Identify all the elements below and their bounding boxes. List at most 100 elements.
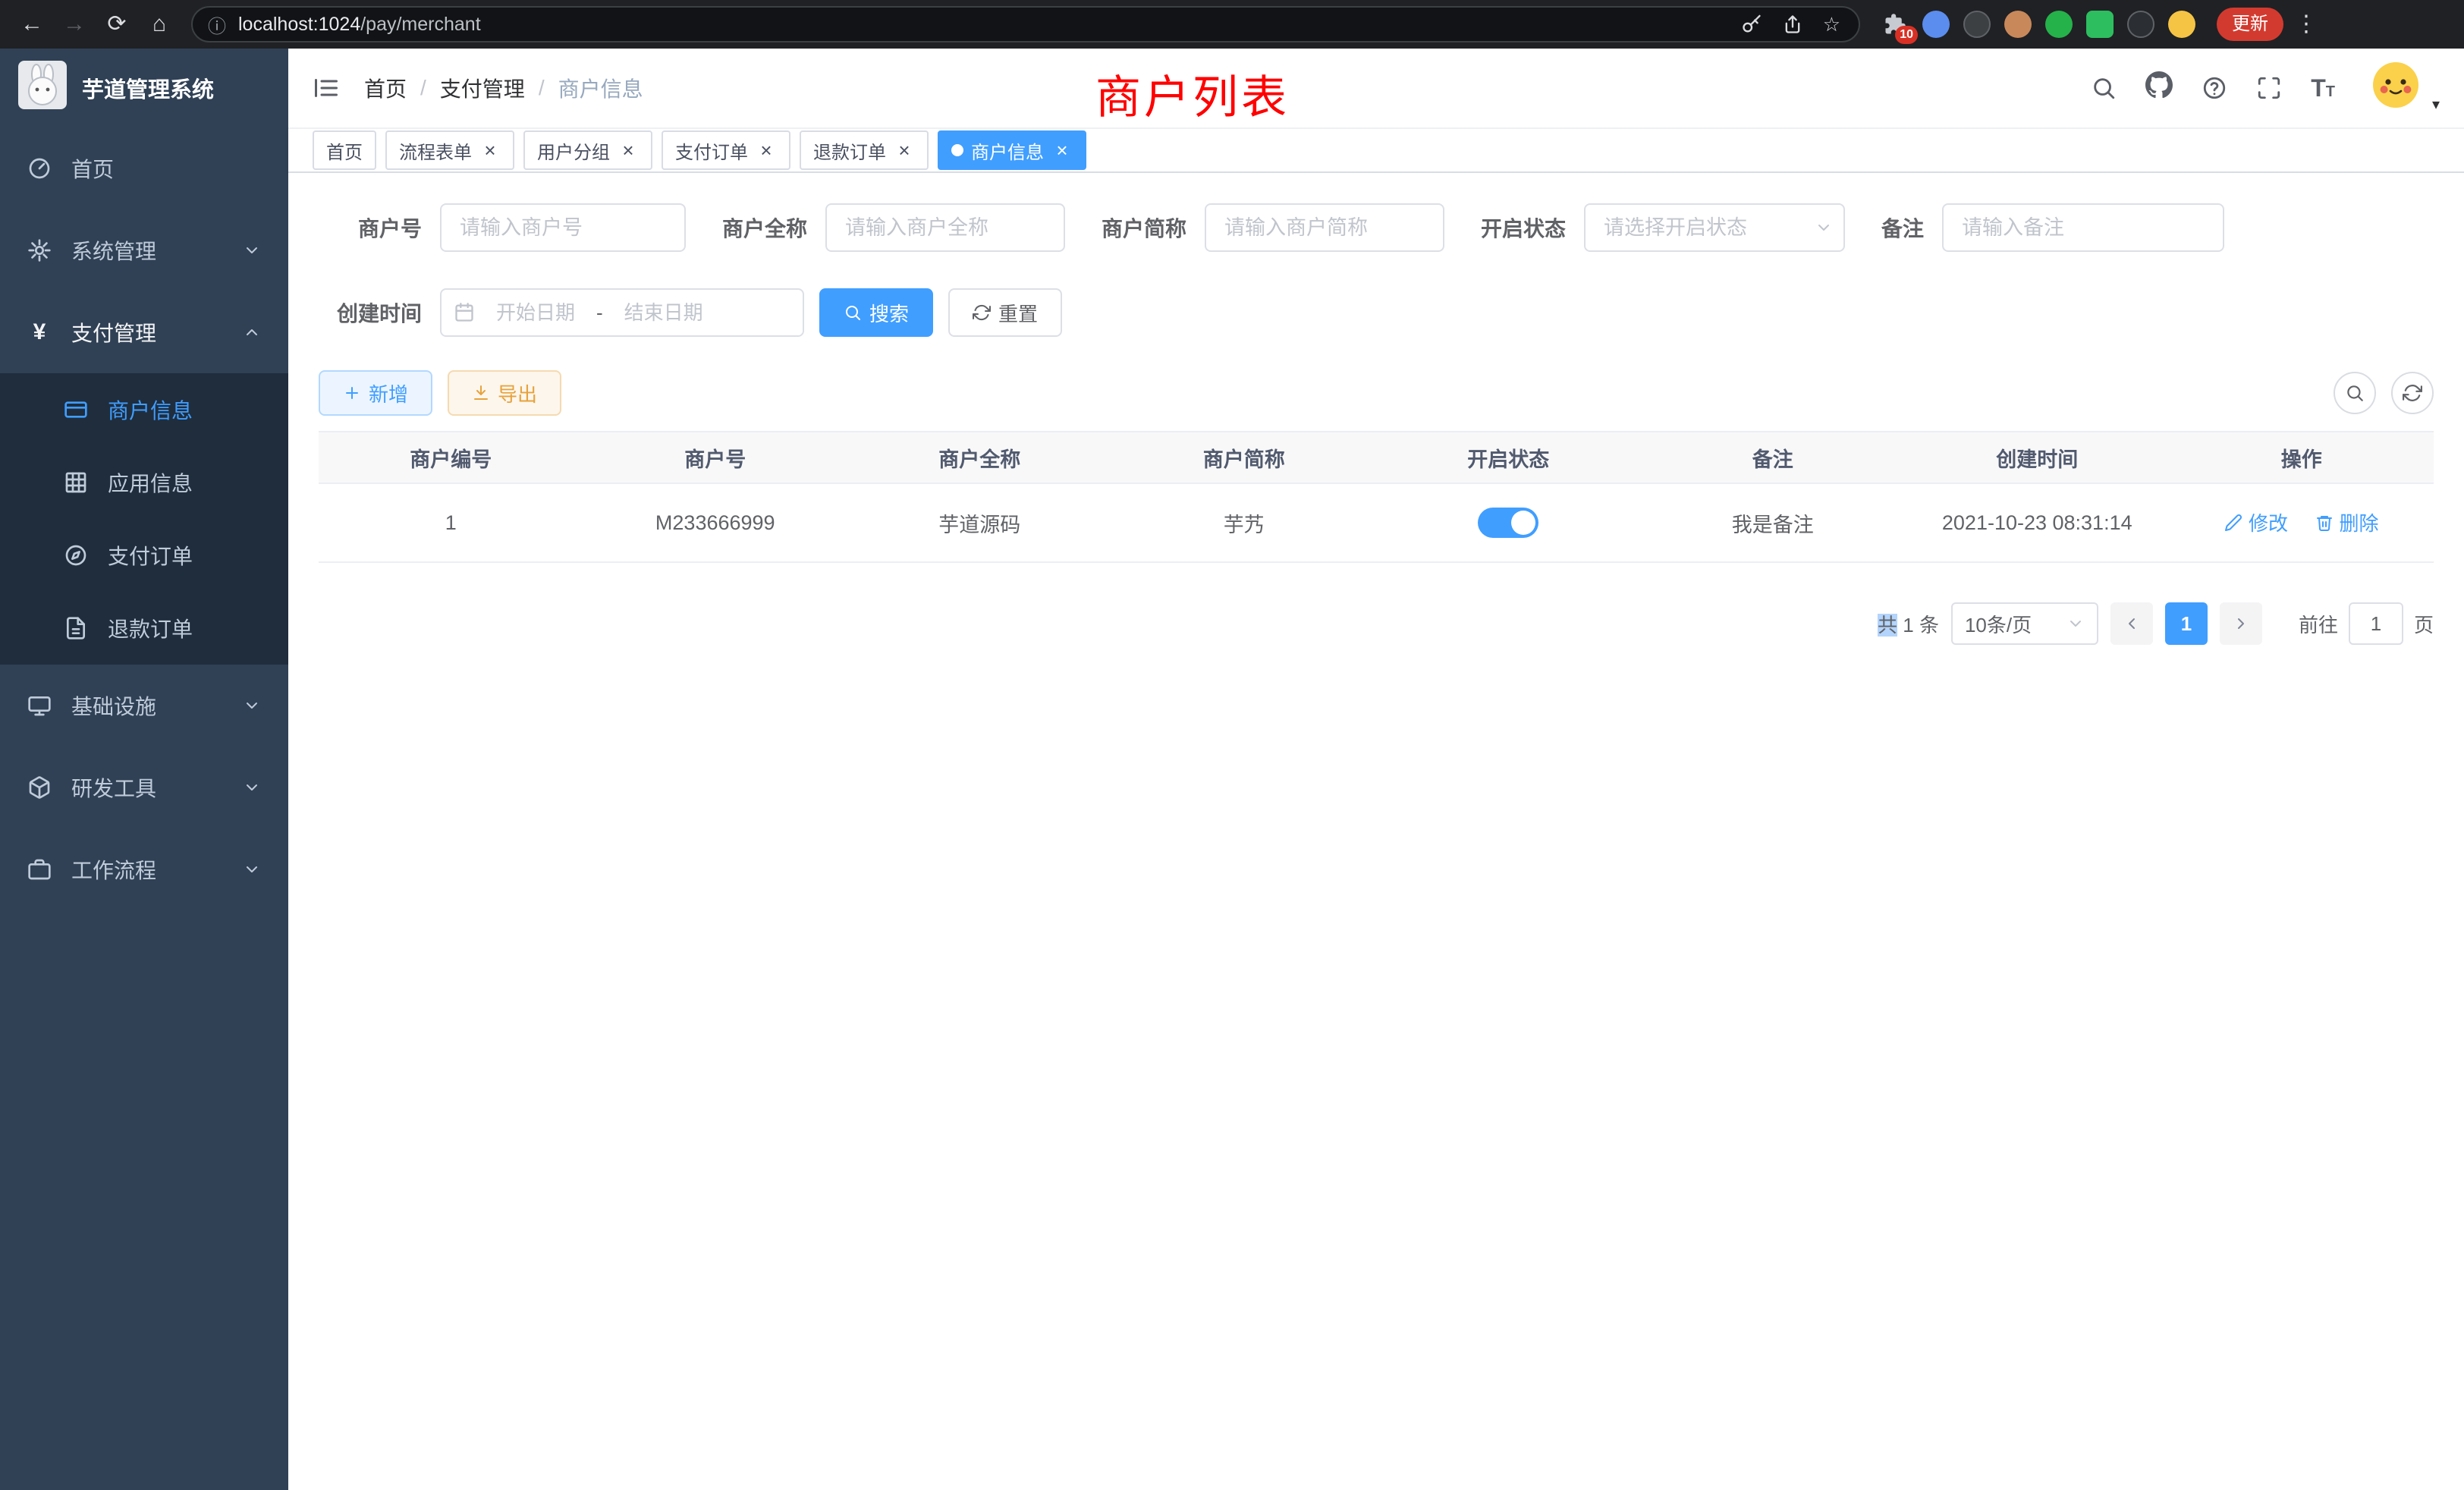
site-info-icon[interactable]: ⓘ [208, 11, 226, 38]
url-host: localhost:1024 [238, 14, 360, 35]
sidebar-item-label: 支付订单 [108, 540, 193, 571]
sidebar-item-label: 退款订单 [108, 613, 193, 643]
extension-cluster: 10 [1881, 11, 2195, 38]
merchant-no-input[interactable] [440, 203, 686, 252]
table-header-row: 商户编号 商户号 商户全称 商户简称 开启状态 备注 创建时间 操作 [319, 432, 2434, 483]
toggle-search-button[interactable] [2334, 372, 2376, 414]
reload-icon[interactable]: ⟳ [97, 0, 137, 49]
url-text[interactable]: localhost:1024/pay/merchant [238, 14, 1729, 36]
sidebar-item-merchant-info[interactable]: 商户信息 [0, 373, 288, 446]
extension-icon-green-square[interactable] [2086, 11, 2114, 38]
sidebar-item-infrastructure[interactable]: 基础设施 [0, 665, 288, 747]
forward-icon[interactable]: → [55, 0, 94, 49]
export-button[interactable]: 导出 [448, 370, 561, 416]
cell-remark: 我是备注 [1641, 483, 1906, 562]
status-label: 开启状态 [1481, 212, 1566, 243]
prev-page-button[interactable] [2110, 602, 2153, 645]
tab-merchant-info[interactable]: 商户信息× [938, 130, 1086, 170]
breadcrumb-payment[interactable]: 支付管理 [440, 73, 525, 103]
bookmark-star-icon[interactable]: ☆ [1823, 13, 1840, 36]
add-button[interactable]: 新增 [319, 370, 432, 416]
extension-icon-blue[interactable] [1922, 11, 1950, 38]
close-icon[interactable]: × [894, 140, 915, 160]
app-logo[interactable]: 芋道管理系统 [0, 49, 288, 127]
sidebar-item-devtools[interactable]: 研发工具 [0, 747, 288, 828]
short-name-input[interactable] [1205, 203, 1444, 252]
sidebar-item-home[interactable]: 首页 [0, 127, 288, 209]
sidebar-toggle-icon[interactable] [313, 74, 340, 102]
share-icon[interactable] [1782, 14, 1803, 35]
extension-icon-yellow-avatar[interactable] [2168, 11, 2195, 38]
sidebar-item-pay-order[interactable]: 支付订单 [0, 519, 288, 592]
close-icon[interactable]: × [756, 140, 777, 160]
reset-button[interactable]: 重置 [948, 288, 1062, 337]
browser-menu-icon[interactable]: ⋮ [2286, 0, 2326, 49]
sidebar-item-workflow[interactable]: 工作流程 [0, 828, 288, 910]
chrome-update-button[interactable]: 更新 [2217, 8, 2283, 41]
breadcrumb-home[interactable]: 首页 [364, 73, 407, 103]
extension-icon-dark[interactable] [1963, 11, 1991, 38]
add-button-label: 新增 [369, 379, 408, 407]
sidebar-item-system[interactable]: 系统管理 [0, 209, 288, 291]
reset-button-label: 重置 [998, 299, 1038, 327]
end-date-input[interactable] [609, 301, 718, 325]
close-icon[interactable]: × [618, 140, 639, 160]
refresh-table-button[interactable] [2391, 372, 2434, 414]
next-page-button[interactable] [2220, 602, 2262, 645]
edit-button[interactable]: 修改 [2224, 508, 2288, 536]
search-icon[interactable] [2091, 75, 2117, 101]
sidebar-item-refund-order[interactable]: 退款订单 [0, 592, 288, 665]
tab-process-form[interactable]: 流程表单× [385, 130, 514, 170]
briefcase-icon [27, 857, 52, 882]
page-size-select[interactable]: 10条/页 [1951, 602, 2098, 645]
payment-submenu: 商户信息 应用信息 支付订单 退款订单 [0, 373, 288, 665]
remark-input[interactable] [1942, 203, 2224, 252]
extension-icon-green-circle[interactable] [2045, 11, 2073, 38]
user-avatar[interactable]: ▾ [2373, 62, 2418, 114]
tab-home[interactable]: 首页 [313, 130, 376, 170]
create-time-label: 创建时间 [319, 297, 422, 328]
status-select[interactable] [1584, 203, 1845, 252]
home-icon[interactable]: ⌂ [140, 0, 179, 49]
document-icon [64, 616, 88, 640]
goto-page-input[interactable] [2349, 602, 2403, 645]
start-date-input[interactable] [481, 301, 590, 325]
date-range-picker[interactable]: - [440, 288, 804, 337]
short-name-label: 商户简称 [1102, 212, 1186, 243]
goto-suffix: 页 [2414, 610, 2434, 638]
search-button[interactable]: 搜索 [819, 288, 933, 337]
sidebar-item-app-info[interactable]: 应用信息 [0, 446, 288, 519]
extension-icon-dark2[interactable] [2127, 11, 2154, 38]
back-icon[interactable]: ← [12, 0, 52, 49]
cell-status [1376, 483, 1641, 562]
chevron-down-icon [243, 696, 261, 715]
chevron-up-icon [243, 323, 261, 341]
col-status: 开启状态 [1376, 432, 1641, 483]
tab-user-group[interactable]: 用户分组× [523, 130, 652, 170]
delete-button[interactable]: 删除 [2315, 508, 2379, 536]
help-icon[interactable] [2202, 75, 2227, 101]
cell-short-name: 芋艿 [1112, 483, 1377, 562]
font-size-icon[interactable]: TT [2311, 76, 2335, 100]
tab-refund-order[interactable]: 退款订单× [800, 130, 929, 170]
status-toggle[interactable] [1478, 508, 1538, 538]
chevron-down-icon [2066, 615, 2085, 633]
edit-button-label: 修改 [2249, 508, 2288, 536]
sidebar-item-payment[interactable]: ¥ 支付管理 [0, 291, 288, 373]
close-icon[interactable]: × [479, 140, 501, 160]
extensions-puzzle-icon[interactable]: 10 [1881, 11, 1909, 38]
address-bar[interactable]: ⓘ localhost:1024/pay/merchant ☆ [191, 6, 1860, 42]
page-1-button[interactable]: 1 [2165, 602, 2208, 645]
github-icon[interactable] [2145, 71, 2173, 105]
password-key-icon[interactable] [1741, 14, 1762, 35]
refresh-icon [973, 303, 991, 322]
yen-icon: ¥ [27, 319, 52, 345]
tab-pay-order[interactable]: 支付订单× [662, 130, 790, 170]
extension-icon-avatar[interactable] [2004, 11, 2032, 38]
close-icon[interactable]: × [1051, 140, 1073, 160]
full-name-input[interactable] [825, 203, 1065, 252]
status-select-input[interactable] [1584, 203, 1845, 252]
fullscreen-icon[interactable] [2256, 75, 2282, 101]
plus-icon [343, 384, 361, 402]
merchant-no-label: 商户号 [319, 212, 422, 243]
